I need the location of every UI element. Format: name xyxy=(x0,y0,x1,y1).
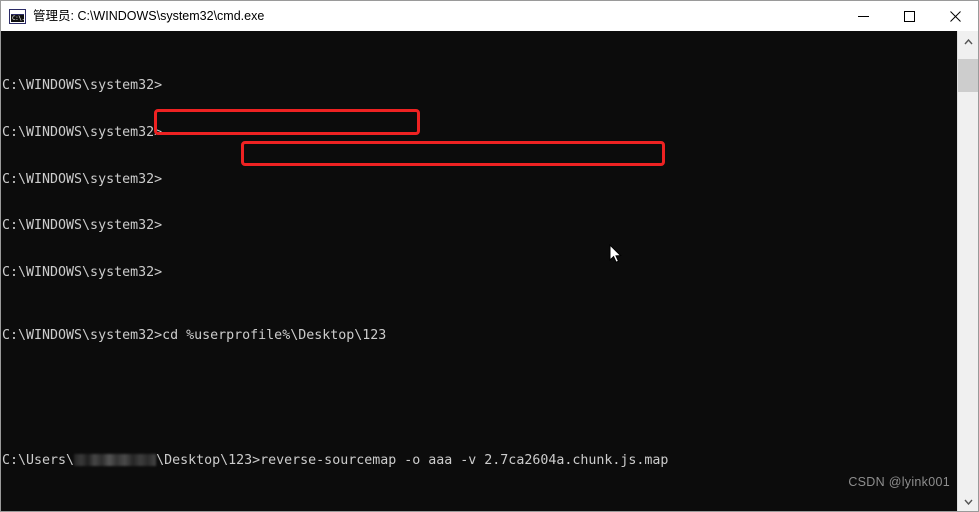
window-title: 管理员: C:\WINDOWS\system32\cmd.exe xyxy=(33,9,265,23)
minimize-button[interactable] xyxy=(840,1,886,31)
window-controls xyxy=(840,1,978,31)
redacted-username xyxy=(74,453,157,466)
terminal-line: C:\WINDOWS\system32> xyxy=(2,265,163,281)
terminal-line: C:\WINDOWS\system32> xyxy=(2,218,163,234)
terminal-output[interactable]: C:\WINDOWS\system32> C:\WINDOWS\system32… xyxy=(1,31,957,511)
maximize-button[interactable] xyxy=(886,1,932,31)
terminal-command-line-cd: C:\WINDOWS\system32>cd %userprofile%\Des… xyxy=(2,328,957,344)
cd-command-text: cd %userprofile%\Desktop\123 xyxy=(162,327,387,343)
terminal-line: C:\WINDOWS\system32> xyxy=(2,124,163,140)
prompt-prefix: C:\Users\ xyxy=(2,452,75,468)
scroll-up-arrow-icon[interactable] xyxy=(958,31,978,52)
terminal-command-line-main: C:\Users\ \Desktop\123>reverse-sourcemap … xyxy=(2,453,957,469)
terminal-line: C:\WINDOWS\system32> xyxy=(2,77,163,93)
cmd-window: 管理员: C:\WINDOWS\system32\cmd.exe C:\WIND… xyxy=(0,0,979,512)
title-bar[interactable]: 管理员: C:\WINDOWS\system32\cmd.exe xyxy=(1,1,978,31)
terminal-line: C:\WINDOWS\system32> xyxy=(2,171,163,187)
close-button[interactable] xyxy=(932,1,978,31)
scroll-down-arrow-icon[interactable] xyxy=(958,491,978,511)
prompt: C:\WINDOWS\system32> xyxy=(2,327,163,343)
main-command-text: reverse-sourcemap -o aaa -v 2.7ca2604a.c… xyxy=(260,452,669,468)
scroll-thumb[interactable] xyxy=(958,59,978,92)
vertical-scrollbar[interactable] xyxy=(957,31,978,511)
prompt-suffix: \Desktop\123> xyxy=(156,452,261,468)
cmd-icon xyxy=(9,8,26,24)
